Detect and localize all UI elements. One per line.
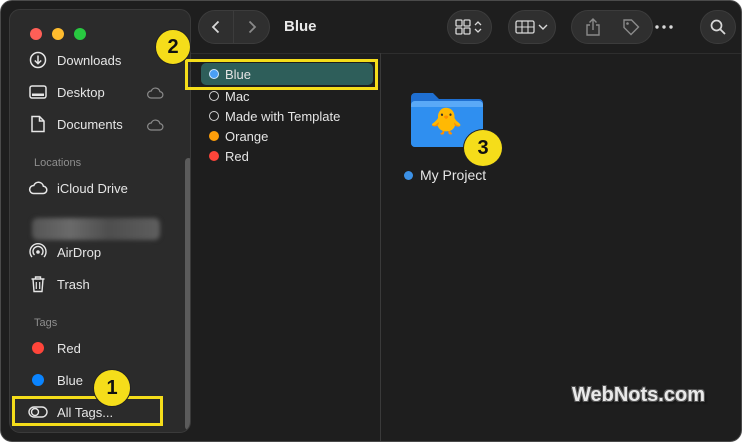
forward-button[interactable] [234, 11, 269, 43]
blurred-location-item[interactable] [32, 218, 160, 240]
back-forward-group [198, 10, 270, 44]
more-button[interactable] [643, 10, 685, 44]
tag-color-dot-container [28, 338, 48, 358]
sidebar-item-trash[interactable]: Trash [28, 272, 168, 296]
sidebar-item-label: Documents [57, 116, 123, 132]
toolbar-divider [191, 53, 741, 54]
highlight-box-blue-tag [185, 59, 378, 90]
orange-tag-dot [209, 131, 219, 141]
callout-one: 1 [93, 369, 131, 407]
zoom-window-button[interactable] [74, 28, 86, 40]
folder-emoji-badge: 🐥 [430, 106, 463, 136]
column-item-red[interactable]: Red [201, 146, 373, 166]
folder-label[interactable]: My Project [404, 167, 486, 183]
chevron-right-icon [248, 20, 256, 34]
callout-two: 2 [155, 29, 191, 65]
tags-header: Tags [34, 317, 58, 329]
sidebar-tag-red[interactable]: Red [28, 336, 168, 360]
sidebar-item-label: Red [57, 340, 81, 356]
column-divider[interactable] [380, 53, 381, 441]
sidebar-item-label: Desktop [57, 84, 105, 100]
cloud-icon [28, 178, 48, 198]
icloud-status-icon [146, 86, 164, 104]
folder-name: My Project [420, 167, 487, 183]
sidebar-item-label: Blue [57, 372, 84, 388]
grid-view-icon [454, 19, 481, 35]
sidebar-item-label: iCloud Drive [57, 180, 128, 196]
no-color-tag-dot [209, 91, 219, 101]
column-item-label: Red [225, 148, 249, 164]
highlight-box-all-tags [12, 396, 163, 426]
callout-three: 3 [463, 129, 503, 167]
blue-tag-dot [32, 374, 44, 386]
more-icon [655, 25, 673, 29]
chevron-left-icon [211, 20, 220, 34]
column-item-orange[interactable]: Orange [201, 126, 373, 146]
window-title: Blue [284, 18, 317, 35]
sidebar-scrollbar[interactable] [185, 158, 190, 430]
watermark: WebNots.com [572, 384, 705, 406]
minimize-window-button[interactable] [52, 28, 64, 40]
share-icon [586, 18, 600, 36]
trash-icon [28, 274, 48, 294]
red-tag-dot [32, 342, 44, 354]
share-tag-group [571, 10, 653, 44]
close-window-button[interactable] [30, 28, 42, 40]
desktop-icon [28, 82, 48, 102]
sidebar-item-label: Downloads [57, 52, 122, 68]
column-item-label: Orange [225, 128, 269, 144]
group-icon [515, 20, 548, 34]
tag-icon [623, 19, 640, 36]
no-color-tag-dot [209, 111, 219, 121]
sidebar-item-desktop[interactable]: Desktop [28, 80, 168, 104]
search-icon [710, 19, 726, 35]
sidebar-item-documents[interactable]: Documents [28, 112, 168, 136]
group-by-button[interactable] [508, 10, 556, 44]
blue-tag-dot [404, 170, 413, 180]
column-item-made-with-template[interactable]: Made with Template [201, 106, 373, 126]
sidebar: Downloads Desktop Documents Locations iC… [9, 9, 191, 433]
icloud-status-icon [146, 118, 164, 136]
sidebar-item-downloads[interactable]: Downloads [28, 48, 168, 72]
sidebar-item-label: AirDrop [57, 244, 102, 260]
column-item-label: Made with Template [225, 108, 341, 124]
red-tag-dot [209, 151, 219, 161]
locations-header: Locations [34, 157, 82, 169]
sidebar-item-airdrop[interactable]: AirDrop [28, 240, 168, 264]
search-button[interactable] [700, 10, 736, 44]
column-item-label: Mac [225, 88, 250, 104]
share-button[interactable] [574, 11, 612, 43]
document-icon [28, 114, 48, 134]
tag-color-dot-container [28, 370, 48, 390]
sidebar-item-icloud-drive[interactable]: iCloud Drive [28, 176, 168, 200]
airdrop-icon [28, 242, 48, 262]
download-icon [28, 50, 48, 70]
sidebar-item-label: Trash [57, 276, 90, 292]
view-mode-button[interactable] [447, 10, 492, 44]
back-button[interactable] [199, 11, 235, 43]
